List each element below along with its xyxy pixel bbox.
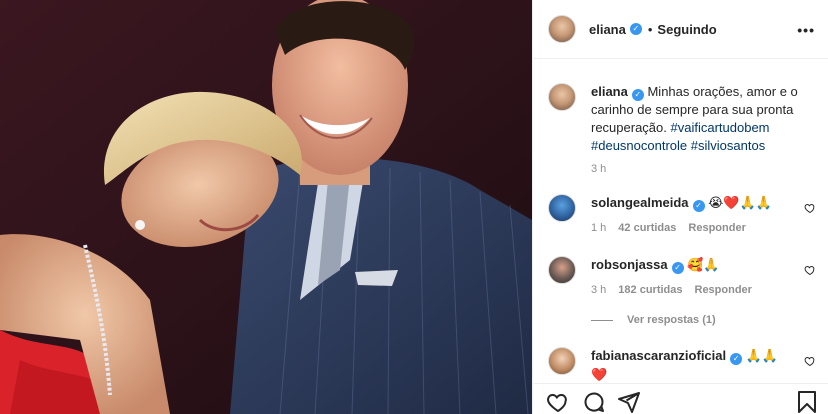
replies-divider (591, 319, 613, 321)
post-header: eliana ✓ • Seguindo ••• (533, 0, 828, 59)
hashtag-link[interactable]: #vaificartudobem (671, 120, 770, 135)
comment-icon[interactable] (582, 390, 606, 414)
comment-username[interactable]: robsonjassa (591, 257, 668, 272)
comment-time[interactable]: 1 h (591, 222, 606, 234)
caption-username[interactable]: eliana (591, 84, 628, 99)
comment-likes[interactable]: 42 curtidas (618, 222, 676, 234)
verified-badge-icon: ✓ (629, 23, 642, 35)
comment-username[interactable]: solangealmeida (591, 195, 689, 210)
author-username[interactable]: eliana (589, 22, 626, 37)
comment-like-heart-icon[interactable] (804, 264, 816, 276)
comment-item: solangealmeida ✓ 😭❤️🙏🙏 1 h 42 curtidas Re… (548, 194, 816, 234)
reply-button[interactable]: Responder (695, 284, 752, 296)
comment-avatar[interactable] (548, 347, 576, 375)
comment-meta: 1 h 42 curtidas Responder (591, 222, 814, 234)
comment-body: robsonjassa ✓ 🥰🙏 (591, 256, 814, 275)
comment-text: 🙏🙏 (745, 349, 779, 364)
hashtag-link[interactable]: #deusnocontrole (591, 138, 687, 153)
header-separator: • (647, 21, 653, 37)
comment-body: fabianascaranzioficial ✓ 🙏🙏 ❤️ (591, 347, 814, 385)
caption-text: eliana ✓ Minhas orações, amor e o carinho… (591, 83, 814, 155)
comment-likes[interactable]: 182 curtidas (618, 284, 682, 296)
comment-item: robsonjassa ✓ 🥰🙏 3 h 182 curtidas Respond… (548, 256, 816, 296)
comment-username[interactable]: fabianascaranzioficial (591, 348, 726, 363)
comment-item: fabianascaranzioficial ✓ 🙏🙏 ❤️ (548, 347, 816, 385)
verified-badge-icon: ✓ (671, 262, 684, 274)
comment-like-heart-icon[interactable] (804, 202, 816, 214)
hashtag-link[interactable]: #silviosantos (691, 138, 765, 153)
comment-avatar[interactable] (548, 194, 576, 222)
comment-text: 🥰🙏 (687, 258, 720, 273)
comment-like-heart-icon[interactable] (804, 355, 816, 367)
bookmark-icon[interactable] (795, 390, 819, 414)
verified-badge-icon: ✓ (730, 353, 743, 365)
more-options-icon[interactable]: ••• (797, 22, 815, 38)
caption-timestamp[interactable]: 3 h (591, 163, 814, 175)
post-action-bar (533, 383, 828, 414)
verified-badge-icon: ✓ (631, 89, 644, 101)
reply-button[interactable]: Responder (688, 222, 745, 234)
following-button[interactable]: Seguindo (657, 22, 716, 37)
author-avatar[interactable] (548, 15, 576, 43)
comment-body: solangealmeida ✓ 😭❤️🙏🙏 (591, 194, 814, 213)
comment-meta: 3 h 182 curtidas Responder (591, 284, 814, 296)
comment-avatar[interactable] (548, 256, 576, 284)
post-caption: eliana ✓ Minhas orações, amor e o carinho… (548, 83, 814, 175)
post-side-panel: eliana ✓ • Seguindo ••• eliana ✓ Minhas o… (532, 0, 828, 414)
post-photo[interactable] (0, 0, 532, 414)
verified-badge-icon: ✓ (692, 200, 705, 212)
comment-text-continued: ❤️ (591, 368, 608, 383)
heart-icon[interactable] (546, 390, 570, 414)
view-replies-label: Ver respostas (1) (627, 314, 716, 326)
view-replies-button[interactable]: Ver respostas (1) (591, 314, 716, 326)
comment-time[interactable]: 3 h (591, 284, 606, 296)
photo-illustration (0, 0, 532, 414)
comment-text: 😭❤️🙏🙏 (708, 196, 772, 211)
caption-avatar[interactable] (548, 83, 576, 111)
share-icon[interactable] (617, 390, 641, 414)
